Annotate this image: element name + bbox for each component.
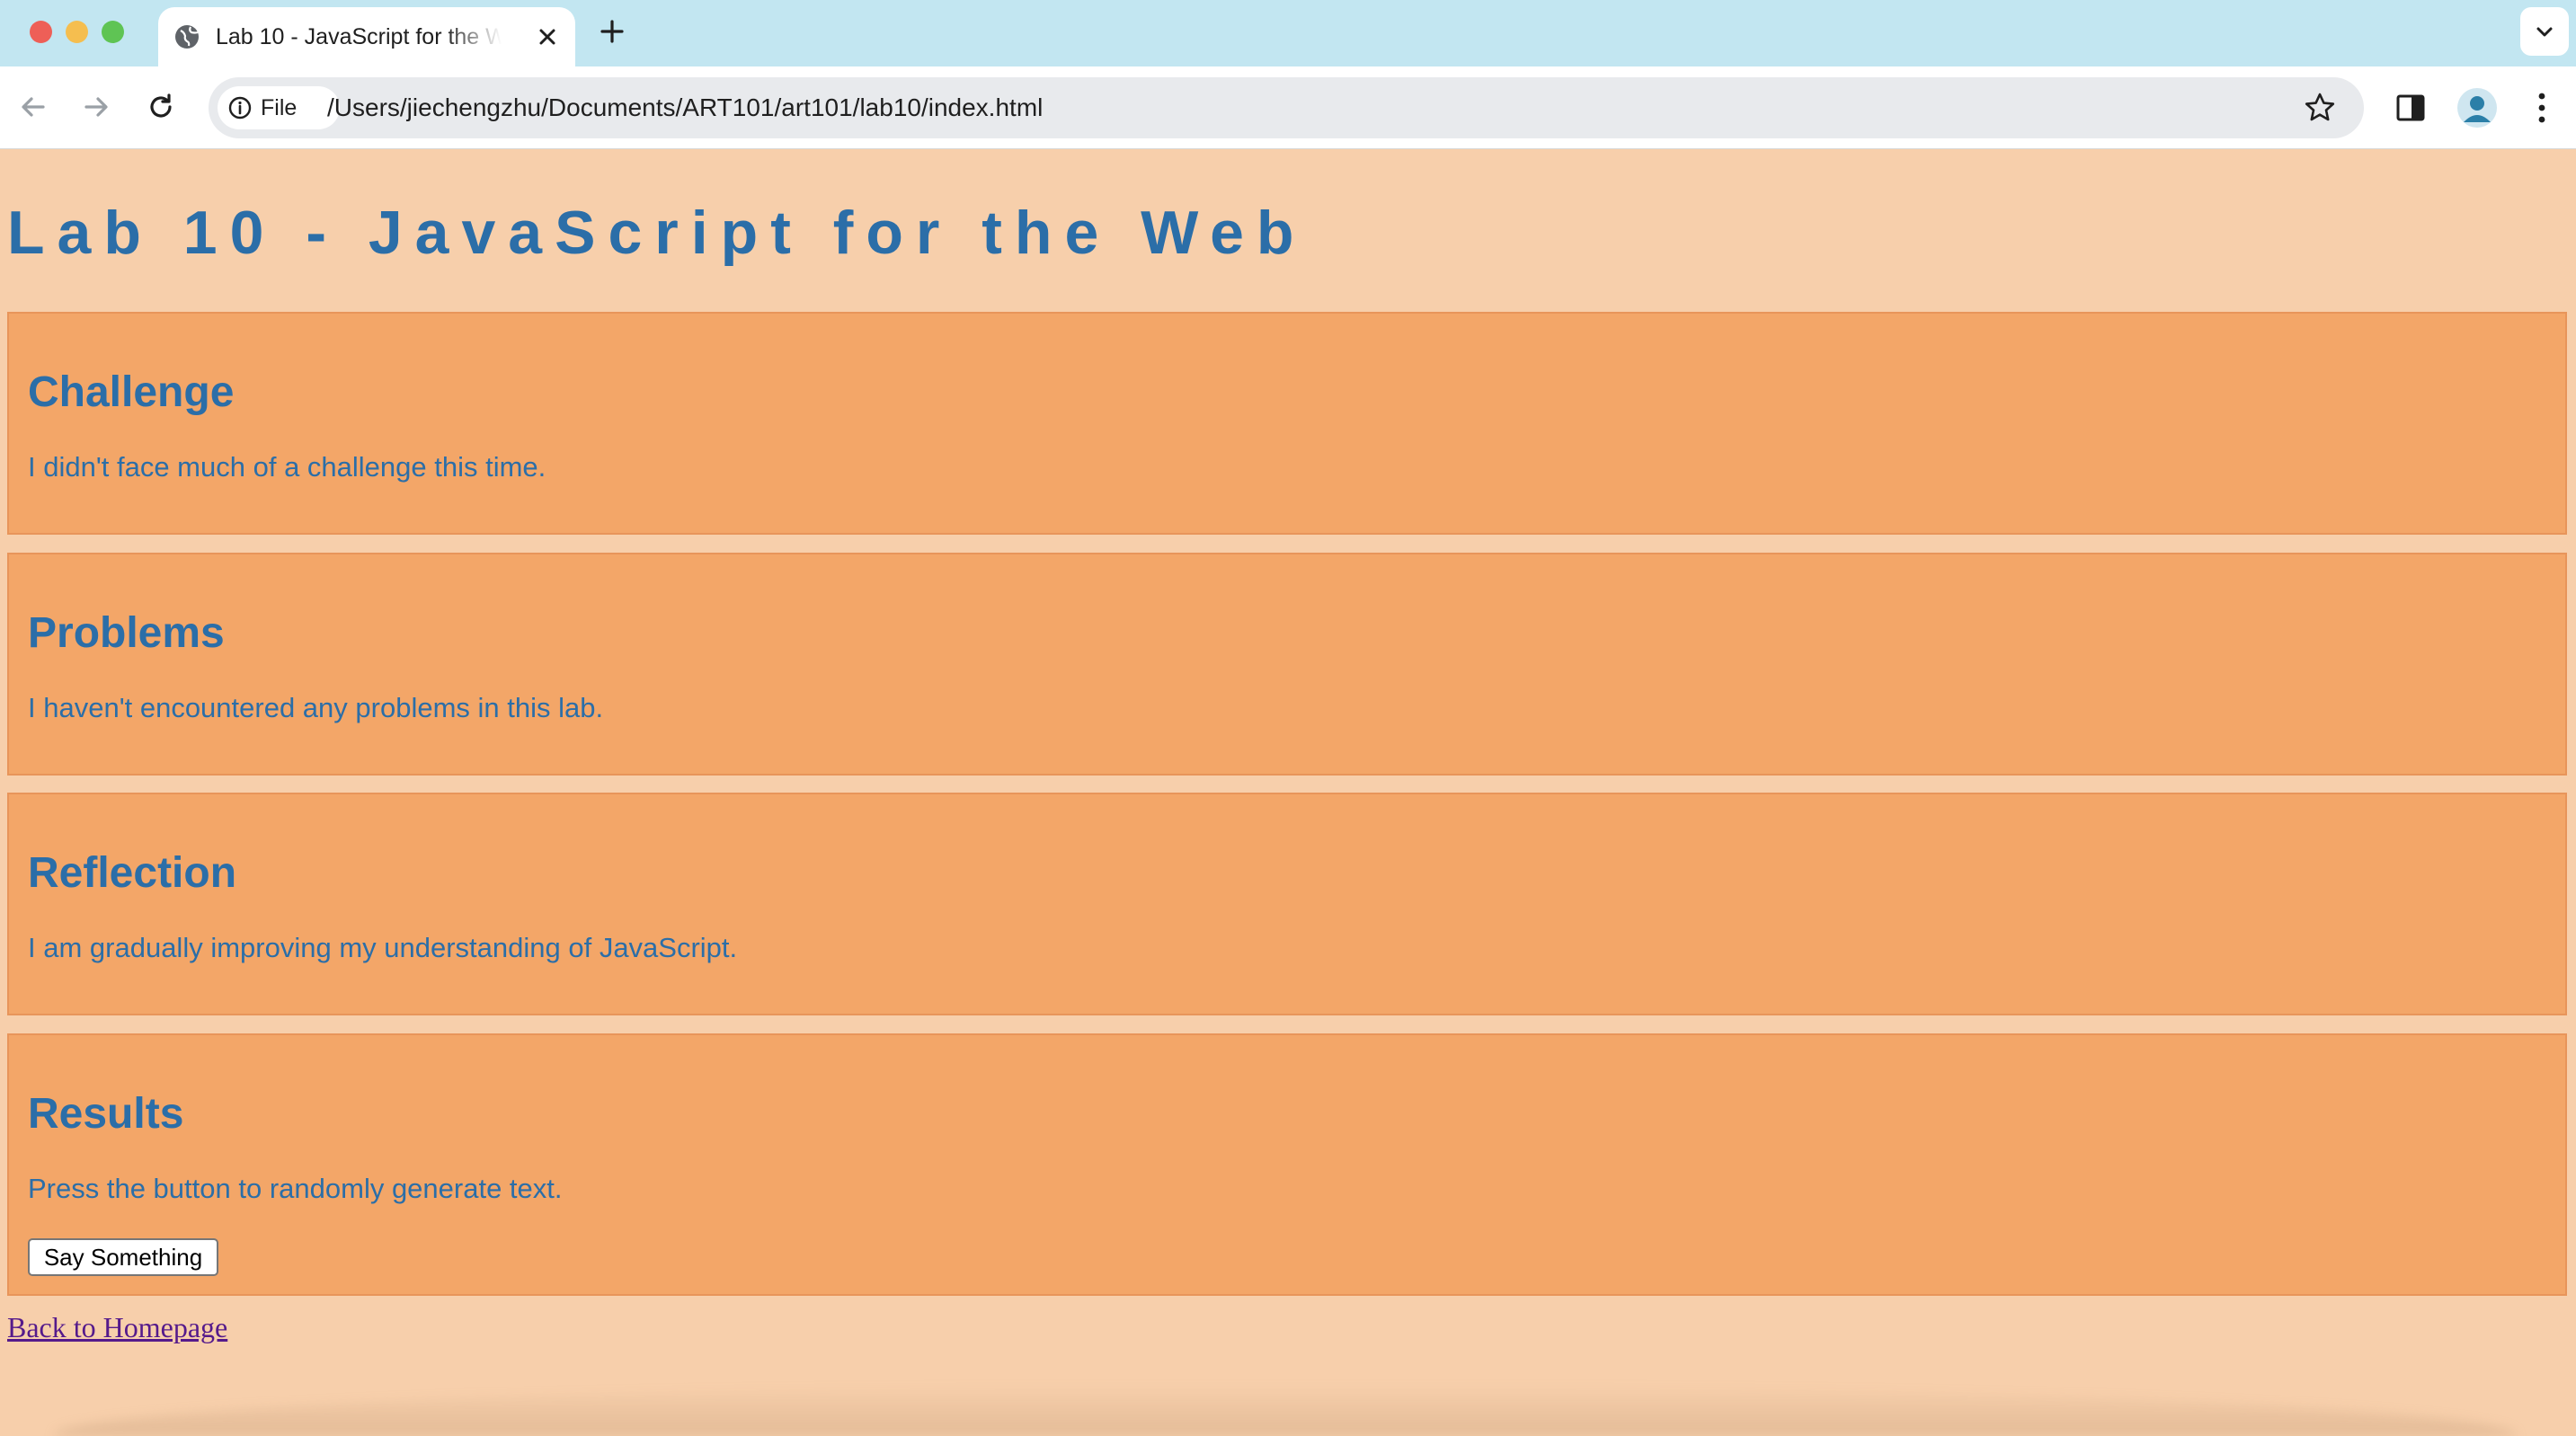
problems-section: Problems I haven't encountered any probl… (7, 553, 2567, 776)
section-heading: Challenge (28, 368, 235, 416)
close-tab-icon[interactable] (534, 23, 561, 50)
minimize-window-button[interactable] (66, 21, 88, 43)
section-heading: Problems (28, 609, 225, 657)
reflection-section: Reflection I am gradually improving my u… (7, 793, 2567, 1015)
browser-toolbar: File /Users/jiechengzhu/Documents/ART101… (0, 66, 2576, 149)
section-text: Press the button to randomly generate te… (28, 1173, 563, 1204)
page-title: Lab 10 - JavaScript for the Web (7, 199, 1307, 267)
bookmark-star-icon[interactable] (2303, 91, 2337, 125)
section-text: I haven't encountered any problems in th… (28, 692, 604, 723)
say-something-button[interactable]: Say Something (28, 1238, 218, 1276)
back-to-homepage-link[interactable]: Back to Homepage (7, 1311, 227, 1344)
section-text: I didn't face much of a challenge this t… (28, 451, 546, 483)
globe-icon (175, 25, 199, 49)
profile-avatar[interactable] (2457, 88, 2497, 128)
info-icon (228, 96, 252, 120)
chevron-down-icon (2536, 27, 2553, 37)
new-tab-icon[interactable] (597, 16, 627, 47)
site-info-chip[interactable]: File (218, 86, 340, 129)
section-heading: Reflection (28, 849, 237, 897)
site-info-label: File (261, 95, 298, 120)
person-icon (2464, 96, 2491, 122)
more-menu-icon[interactable] (2526, 88, 2558, 128)
tab-search-button[interactable] (2520, 7, 2569, 56)
back-arrow-icon[interactable] (14, 88, 52, 126)
section-text: I am gradually improving my understandin… (28, 932, 738, 963)
section-heading: Results (28, 1090, 184, 1138)
page-content: Lab 10 - JavaScript for the Web Challeng… (0, 150, 2576, 1436)
address-bar[interactable]: File /Users/jiechengzhu/Documents/ART101… (209, 77, 2364, 138)
results-section: Results Press the button to randomly gen… (7, 1033, 2567, 1296)
tab-strip: Lab 10 - JavaScript for the Web (0, 0, 2576, 66)
challenge-section: Challenge I didn't face much of a challe… (7, 312, 2567, 535)
window-bottom-shadow (54, 1386, 2517, 1436)
browser-tab-active[interactable]: Lab 10 - JavaScript for the Web (158, 7, 575, 66)
reload-icon[interactable] (142, 88, 180, 126)
side-panel-icon[interactable] (2394, 92, 2427, 124)
close-window-button[interactable] (30, 21, 52, 43)
forward-arrow-icon[interactable] (77, 88, 115, 126)
tab-title: Lab 10 - JavaScript for the Web (216, 24, 502, 49)
maximize-window-button[interactable] (102, 21, 124, 43)
url-text[interactable]: /Users/jiechengzhu/Documents/ART101/art1… (327, 93, 1043, 123)
